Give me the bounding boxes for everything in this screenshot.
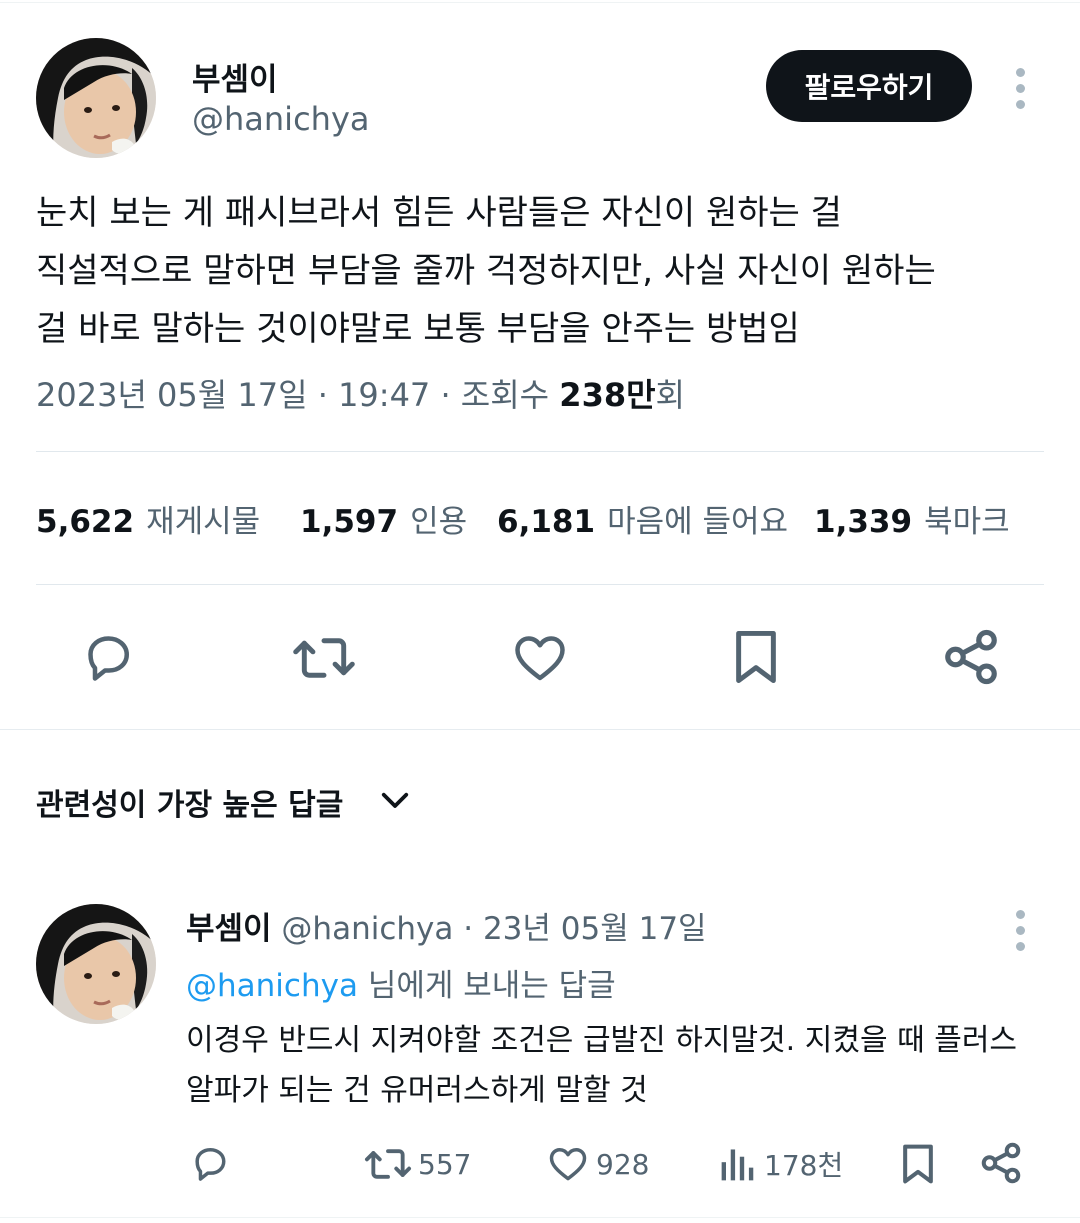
- views-count: 178천: [764, 1149, 844, 1182]
- analytics-icon: [721, 1149, 754, 1181]
- share-icon: [945, 629, 997, 685]
- views-count: 238만: [559, 376, 656, 414]
- heart-icon: [549, 1147, 587, 1181]
- retweet-icon: [293, 638, 355, 678]
- avatar-photo-icon: [36, 904, 156, 1024]
- share-icon: [981, 1142, 1021, 1184]
- stat-value: 1,339: [814, 504, 913, 540]
- like-count: 928: [596, 1147, 650, 1181]
- share-button[interactable]: [940, 626, 1002, 688]
- author-handle[interactable]: @hanichya: [192, 100, 369, 138]
- tweet-text-line: 눈치 보는 게 패시브라서 힘든 사람들은 자신이 원하는 걸: [36, 193, 842, 233]
- retweet-icon: [364, 1149, 412, 1179]
- stat-label: 북마크: [924, 504, 1010, 540]
- bookmark-button[interactable]: [726, 626, 786, 688]
- tweet-meta: 2023년 05월 17일 · 19:47 · 조회수 238만회: [36, 370, 685, 416]
- views-unit: 회: [655, 376, 685, 414]
- reply-text: 이경우 반드시 지켜야할 조건은 급발진 하지말것. 지켰을 때 플러스 알파가…: [186, 1016, 1056, 1116]
- reply-to-suffix: 님에게 보내는 답글: [367, 968, 616, 1004]
- heart-icon: [515, 636, 565, 681]
- reply-bookmark-button[interactable]: [896, 1140, 940, 1188]
- stat-bookmarks[interactable]: 1,339 북마크: [814, 496, 1010, 541]
- reply-button[interactable]: [78, 628, 138, 688]
- follow-button[interactable]: 팔로우하기: [766, 50, 972, 122]
- reply-more-options-icon[interactable]: [1013, 910, 1027, 951]
- reply-header: 부셈이 @hanichya · 23년 05월 17일: [186, 903, 707, 948]
- tweet-text: 눈치 보는 게 패시브라서 힘든 사람들은 자신이 원하는 걸 직설적으로 말하…: [36, 184, 1046, 358]
- reply-retweet-button[interactable]: 557: [364, 1142, 471, 1186]
- replying-to: @hanichya 님에게 보내는 답글: [186, 960, 616, 1005]
- tweet-date[interactable]: 2023년 05월 17일: [36, 376, 308, 414]
- reply-icon: [195, 1147, 226, 1181]
- tweet-stats: 5,622 재게시물 1,597 인용 6,181 마음에 들어요 1,339 북마크: [36, 496, 1046, 544]
- bottom-divider: [0, 1217, 1080, 1218]
- reply-text-line: 알파가 되는 건 유머러스하게 말할 것: [186, 1073, 648, 1108]
- retweet-count: 557: [418, 1147, 472, 1181]
- stat-quotes[interactable]: 1,597 인용: [300, 496, 467, 541]
- author-display-name[interactable]: 부셈이: [192, 54, 278, 99]
- stat-label: 마음에 들어요: [607, 504, 789, 540]
- divider: [36, 451, 1044, 452]
- author-avatar[interactable]: [36, 38, 156, 158]
- avatar-photo-icon: [36, 38, 156, 158]
- stat-value: 1,597: [300, 504, 399, 540]
- reply-date[interactable]: 23년 05월 17일: [483, 911, 707, 947]
- more-options-icon[interactable]: [1013, 68, 1027, 109]
- tweet-time[interactable]: 19:47: [338, 376, 430, 414]
- reply-sort-label: 관련성이 가장 높은 답글: [36, 788, 344, 823]
- reply-icon: [88, 636, 129, 681]
- top-divider: [0, 2, 1080, 3]
- reply-author-avatar[interactable]: [36, 904, 156, 1024]
- reply-author-name[interactable]: 부셈이: [186, 911, 272, 947]
- reply-sort-dropdown[interactable]: 관련성이 가장 높은 답글: [36, 780, 343, 824]
- stat-label: 인용: [410, 504, 468, 540]
- stat-likes[interactable]: 6,181 마음에 들어요: [497, 496, 788, 541]
- retweet-button[interactable]: [292, 628, 356, 688]
- bookmark-icon: [736, 630, 776, 684]
- chevron-down-icon[interactable]: [380, 788, 410, 818]
- like-button[interactable]: [510, 628, 570, 688]
- reply-like-button[interactable]: 928: [546, 1142, 649, 1186]
- divider: [36, 584, 1044, 585]
- tweet-text-line: 직설적으로 말하면 부담을 줄까 걱정하지만, 사실 자신이 원하는: [36, 251, 936, 291]
- reply-views-button[interactable]: 178천: [718, 1142, 843, 1186]
- stat-value: 6,181: [497, 504, 596, 540]
- section-divider: [0, 729, 1080, 730]
- reply-mention-link[interactable]: @hanichya: [186, 968, 358, 1004]
- reply-reply-button[interactable]: [188, 1142, 232, 1186]
- tweet-text-line: 걸 바로 말하는 것이야말로 보통 부담을 안주는 방법임: [36, 309, 800, 349]
- meta-separator: ·: [463, 911, 474, 947]
- reply-share-button[interactable]: [978, 1140, 1024, 1186]
- reply-text-line: 이경우 반드시 지켜야할 조건은 급발진 하지말것. 지켰을 때 플러스: [186, 1023, 1018, 1058]
- stat-label: 재게시물: [146, 504, 261, 540]
- views-label: 조회수: [460, 376, 550, 414]
- reply-author-handle[interactable]: @hanichya: [281, 911, 453, 947]
- meta-separator: ·: [440, 376, 461, 414]
- bookmark-icon: [903, 1144, 933, 1184]
- stat-reposts[interactable]: 5,622 재게시물: [36, 496, 260, 541]
- stat-value: 5,622: [36, 504, 135, 540]
- meta-separator: ·: [317, 376, 339, 414]
